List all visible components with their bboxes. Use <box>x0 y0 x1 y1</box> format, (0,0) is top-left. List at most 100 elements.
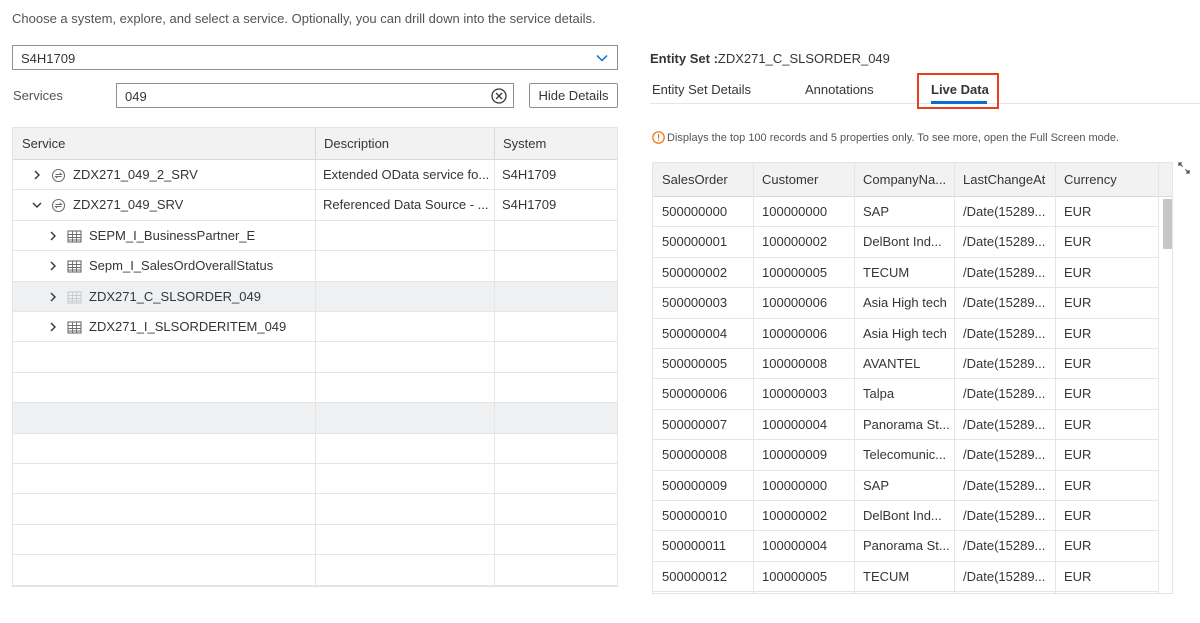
data-row[interactable]: 500000008 100000009 Telecomunic... /Date(15… <box>653 440 1158 471</box>
scrollbar-thumb[interactable] <box>1163 199 1172 249</box>
data-row[interactable]: 500000006 100000003 Talpa/Date(15289... EUR <box>653 379 1158 410</box>
data-row[interactable]: 500000010 100000002 DelBont Ind... /Date(15… <box>653 501 1158 532</box>
cell-last-change-at: /Date(15289... <box>963 295 1046 311</box>
service-tree-table: Service Description System ZDX271_049_2_… <box>12 127 618 587</box>
hide-details-button[interactable]: Hide Details <box>529 83 618 108</box>
table-icon <box>67 320 82 335</box>
data-row[interactable]: 500000002 100000005 TECUM/Date(15289... EUR <box>653 258 1158 289</box>
expand-chevron-icon[interactable] <box>31 169 43 181</box>
cell-customer: 100000000 <box>762 477 828 493</box>
cell-customer: 100000006 <box>762 295 828 311</box>
clear-icon[interactable] <box>490 87 508 105</box>
tree-row-empty <box>13 433 617 464</box>
cell-customer: 100000000 <box>762 204 828 219</box>
column-header-system[interactable]: System <box>494 128 546 160</box>
info-text: Displays the top 100 records and 5 prope… <box>667 132 1120 144</box>
cell-customer: 100000002 <box>762 234 828 250</box>
tree-row-empty <box>13 342 617 373</box>
cell-last-change-at: /Date(15289... <box>963 568 1046 584</box>
cell-sales-order: 500000009 <box>662 477 728 493</box>
cell-currency: EUR <box>1064 204 1092 219</box>
vertical-scrollbar[interactable] <box>1158 197 1172 593</box>
cell-customer: 100000008 <box>762 356 828 371</box>
tree-row[interactable]: ZDX271_049_SRV Referenced Data Source - .… <box>13 190 617 221</box>
cell-company-name: Asia High tech <box>863 295 947 311</box>
fullscreen-icon[interactable] <box>1178 162 1190 174</box>
data-row[interactable]: 500000001 100000002 DelBont Ind... /Date(15… <box>653 227 1158 258</box>
cell-currency: EUR <box>1064 386 1092 402</box>
data-row[interactable]: 500000011 100000004 Panorama St... /Date(15… <box>653 531 1158 562</box>
tree-row[interactable]: ZDX271_049_2_SRV Extended OData service f… <box>13 160 617 191</box>
cell-company-name: DelBont Ind... <box>863 234 942 250</box>
expand-chevron-icon[interactable] <box>47 321 59 333</box>
tree-row-empty <box>13 464 617 495</box>
cell-currency: EUR <box>1064 356 1092 371</box>
expand-chevron-icon[interactable] <box>47 291 59 303</box>
column-header-company-name[interactable]: CompanyNa... <box>854 163 954 197</box>
data-row[interactable]: 500000000 100000000 SAP/Date(15289... EUR <box>653 197 1158 228</box>
cell-last-change-at: /Date(15289... <box>963 264 1046 280</box>
cell-currency: EUR <box>1064 568 1092 584</box>
cell-company-name: TECUM <box>863 568 910 584</box>
intro-text: Choose a system, explore, and select a s… <box>12 11 596 26</box>
table-icon <box>67 229 82 244</box>
cell-sales-order: 500000011 <box>662 538 727 554</box>
tree-row-empty <box>13 524 617 556</box>
tab-entity-set-details[interactable]: Entity Set Details <box>652 82 751 97</box>
column-header-currency[interactable]: Currency <box>1055 163 1158 197</box>
column-header-last-change-at[interactable]: LastChangeAt <box>954 163 1055 197</box>
tree-row[interactable]: ZDX271_C_SLSORDER_049 <box>13 281 617 312</box>
cell-sales-order: 500000007 <box>662 416 728 432</box>
cell-company-name: Talpa <box>863 386 895 402</box>
data-row[interactable]: 500000003 100000006 Asia High tech/Date(15… <box>653 288 1158 319</box>
tree-row[interactable]: Sepm_I_SalesOrdOverallStatus <box>13 251 617 282</box>
data-row[interactable]: 500000005 100000008 AVANTEL/Date(15289... E… <box>653 349 1158 380</box>
collapse-chevron-icon[interactable] <box>31 199 43 211</box>
cell-last-change-at: /Date(15289... <box>963 386 1046 402</box>
cell-currency: EUR <box>1064 416 1092 432</box>
data-row[interactable]: 500000004 100000006 Asia High tech/Date(15… <box>653 319 1158 349</box>
column-header-customer[interactable]: Customer <box>753 163 854 197</box>
cell-last-change-at: /Date(15289... <box>963 204 1046 219</box>
tab-annotations[interactable]: Annotations <box>805 82 874 97</box>
data-row[interactable]: 500000007 100000004 Panorama St... /Date(15… <box>653 410 1158 441</box>
live-data-highlight-box <box>917 73 999 109</box>
service-search-input[interactable] <box>125 87 485 105</box>
column-header-service[interactable]: Service <box>13 128 65 160</box>
cell-currency: EUR <box>1064 477 1092 493</box>
cell-last-change-at: /Date(15289... <box>963 325 1046 341</box>
data-row[interactable]: 500000009 100000000 SAP/Date(15289... EUR <box>653 471 1158 501</box>
cell-company-name: Asia High tech <box>863 325 947 341</box>
entity-set-title: Entity Set :ZDX271_C_SLSORDER_049 <box>650 51 890 66</box>
column-header-sales-order[interactable]: SalesOrder <box>653 163 753 197</box>
service-icon <box>51 198 66 213</box>
column-header-description[interactable]: Description <box>315 128 389 160</box>
cell-customer: 100000005 <box>762 264 828 280</box>
tree-row-empty <box>13 403 617 434</box>
expand-chevron-icon[interactable] <box>47 230 59 242</box>
cell-sales-order: 500000001 <box>662 234 728 250</box>
cell-customer: 100000006 <box>762 325 828 341</box>
entity-set-value: ZDX271_C_SLSORDER_049 <box>717 51 890 66</box>
tree-header: Service Description System <box>13 128 617 160</box>
warning-icon <box>652 131 665 144</box>
live-data-header: SalesOrder Customer CompanyNa... LastChange… <box>653 163 1172 197</box>
cell-customer: 100000004 <box>762 416 828 432</box>
cell-customer: 100000009 <box>762 447 828 463</box>
cell-currency: EUR <box>1064 447 1092 463</box>
cell-currency: EUR <box>1064 508 1092 523</box>
cell-company-name: Telecomunic... <box>863 447 947 463</box>
system-select-value: S4H1709 <box>21 51 76 66</box>
data-row[interactable]: 500000012 100000005 TECUM/Date(15289... EUR <box>653 562 1158 593</box>
system-select[interactable]: S4H1709 <box>12 45 618 70</box>
tree-row-description <box>315 221 494 251</box>
chevron-down-icon <box>596 54 608 62</box>
service-search-field[interactable] <box>116 83 514 108</box>
tree-row-empty <box>13 494 617 525</box>
entity-set-label: Entity Set : <box>650 51 718 66</box>
tree-row[interactable]: SEPM_I_BusinessPartner_E <box>13 220 617 252</box>
tree-row[interactable]: ZDX271_I_SLSORDERITEM_049 <box>13 312 617 343</box>
tree-row-name: ZDX271_049_SRV <box>73 197 184 213</box>
tree-row-name: ZDX271_I_SLSORDERITEM_049 <box>89 319 287 334</box>
expand-chevron-icon[interactable] <box>47 260 59 272</box>
